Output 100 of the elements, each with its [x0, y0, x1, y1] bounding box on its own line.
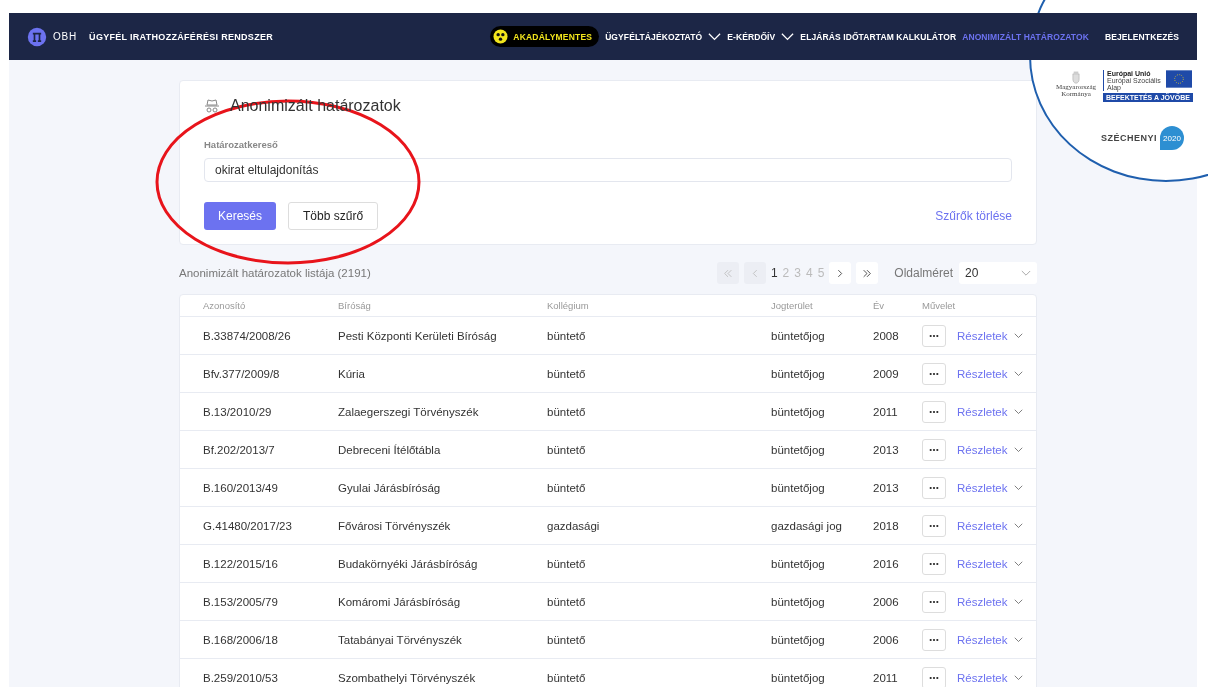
column-header: Bíróság [338, 300, 372, 311]
table-cell-text: Tatabányai Törvényszék [338, 633, 463, 646]
details-link[interactable]: Részletek [957, 557, 1008, 570]
more-icon [929, 561, 939, 566]
more-icon [929, 485, 939, 490]
table-cell-text: Bfv.377/2009/8 [203, 367, 281, 380]
table-cell-text: B.153/2005/79 [203, 595, 279, 608]
column-header: Jogterület [771, 300, 814, 311]
more-actions-button[interactable] [922, 324, 946, 347]
table-cell-text: 2006 [873, 633, 900, 646]
table-cell-text: 2013 [873, 443, 900, 456]
table-cell-text: 2009 [873, 367, 900, 380]
accessibility-icon [493, 29, 509, 44]
table-cell-text: büntetőjog [771, 405, 826, 418]
table-cell-text: büntetőjog [771, 367, 826, 380]
court-logo-icon [27, 26, 47, 47]
more-actions-button[interactable] [922, 552, 946, 575]
table-cell-text: B.160/2013/49 [203, 481, 279, 494]
table-cell-text: 2013 [873, 481, 900, 494]
table-cell-text: 2011 [873, 671, 899, 684]
table-cell-text: B.13/2010/29 [203, 405, 273, 418]
more-icon [929, 333, 939, 338]
table-cell-text: büntetőjog [771, 633, 826, 646]
coat-of-arms-icon [1071, 70, 1081, 84]
table-cell-text: Budakörnyéki Járásbíróság [338, 557, 479, 570]
chevron-right-icon [835, 268, 846, 278]
details-link[interactable]: Részletek [957, 595, 1008, 608]
more-actions-button[interactable] [922, 628, 946, 651]
page-size-select[interactable]: 20 [959, 262, 1037, 284]
more-actions-button[interactable] [922, 362, 946, 385]
more-icon [929, 599, 939, 604]
more-actions-button[interactable] [922, 590, 946, 613]
details-link[interactable]: Részletek [957, 329, 1008, 342]
table-cell-text: büntetőjog [771, 671, 826, 684]
logo-text: OBH [53, 31, 78, 42]
accessibility-button[interactable]: AKADÁLYMENTES [490, 26, 600, 47]
more-actions-button[interactable] [922, 666, 946, 687]
chevron-down-icon [1021, 269, 1031, 277]
more-actions-button[interactable] [922, 400, 946, 423]
table-cell-text: büntető [547, 557, 587, 570]
list-title: Anonimizált határozatok listája (2191) [179, 267, 371, 279]
table-cell-text: Komáromi Járásbíróság [338, 595, 462, 608]
double-chevron-right-icon [862, 268, 873, 278]
nav-link[interactable]: ANONIMIZÁLT HATÁROZATOK [962, 31, 1089, 42]
page-number[interactable]: 1 [770, 266, 778, 280]
more-icon [929, 675, 939, 680]
table-cell-text: Szombathelyi Törvényszék [338, 671, 477, 684]
double-chevron-left-icon [722, 268, 733, 278]
program-name: SZÉCHENYI [1101, 133, 1157, 143]
table-cell-text: büntető [547, 405, 587, 418]
more-icon [929, 371, 939, 376]
details-link[interactable]: Részletek [957, 481, 1008, 494]
column-header: Kollégium [547, 300, 590, 311]
details-link[interactable]: Részletek [957, 367, 1008, 380]
more-actions-button[interactable] [922, 514, 946, 537]
table-cell-text: Bf.202/2013/7 [203, 443, 276, 456]
table-cell-text: Gyulai Járásbíróság [338, 481, 442, 494]
table-cell-text: büntető [547, 633, 587, 646]
details-link[interactable]: Részletek [957, 405, 1008, 418]
details-link[interactable]: Részletek [957, 633, 1008, 646]
field-label: Határozatkereső [204, 139, 279, 150]
table-cell-text: büntetőjog [771, 329, 826, 342]
login-link[interactable]: BEJELENTKEZÉS [1104, 31, 1179, 42]
system-title: ÜGYFÉL IRATHOZZÁFÉRÉSI RENDSZER [89, 31, 274, 42]
table-cell-text: büntető [547, 329, 587, 342]
table-cell-text: 2016 [873, 557, 900, 570]
column-header: Azonosító [203, 300, 247, 311]
more-actions-button[interactable] [922, 438, 946, 461]
search-field[interactable]: okirat eltulajdonítás [204, 158, 1012, 182]
table-cell-text: 2018 [873, 519, 900, 532]
table-cell-text: gazdasági jog [771, 519, 843, 532]
table-cell-text: büntetőjog [771, 443, 826, 456]
table-cell-text: B.33874/2008/26 [203, 329, 292, 342]
table-cell-text: Fővárosi Törvényszék [338, 519, 452, 532]
more-icon [929, 409, 939, 414]
last-page-button[interactable] [856, 262, 879, 284]
search-button[interactable]: Keresés [204, 202, 277, 230]
table-cell-text: büntetőjog [771, 557, 826, 570]
incognito-icon [204, 98, 220, 114]
nav-link[interactable]: ÜGYFÉLTÁJÉKOZTATÓ [605, 31, 703, 42]
nav-link[interactable]: E-KÉRDŐÍV [727, 31, 776, 42]
table-cell-text: büntető [547, 595, 587, 608]
table-cell-text: B.259/2010/53 [203, 671, 279, 684]
clear-filters-link[interactable]: Szűrők törlése [935, 209, 1012, 223]
nav-link[interactable]: ELJÁRÁS IDŐTARTAM KALKULÁTOR [800, 31, 957, 42]
table-cell-text: büntetőjog [771, 595, 826, 608]
more-actions-button[interactable] [922, 476, 946, 499]
table-cell-text: gazdasági [547, 519, 601, 532]
page-size-label: Oldalméret [894, 266, 953, 280]
details-link[interactable]: Részletek [957, 671, 1008, 684]
table-cell-text: B.122/2015/16 [203, 557, 279, 570]
table-cell-text: Zalaegerszegi Törvényszék [338, 405, 480, 418]
details-link[interactable]: Részletek [957, 443, 1008, 456]
details-link[interactable]: Részletek [957, 519, 1008, 532]
eu-flag-icon [1166, 70, 1192, 88]
more-icon [929, 637, 939, 642]
more-filters-button[interactable]: Több szűrő [288, 202, 379, 230]
table-cell-text: büntető [547, 481, 587, 494]
table-cell-text: büntetőjog [771, 481, 826, 494]
column-header: Művelet [922, 300, 956, 311]
